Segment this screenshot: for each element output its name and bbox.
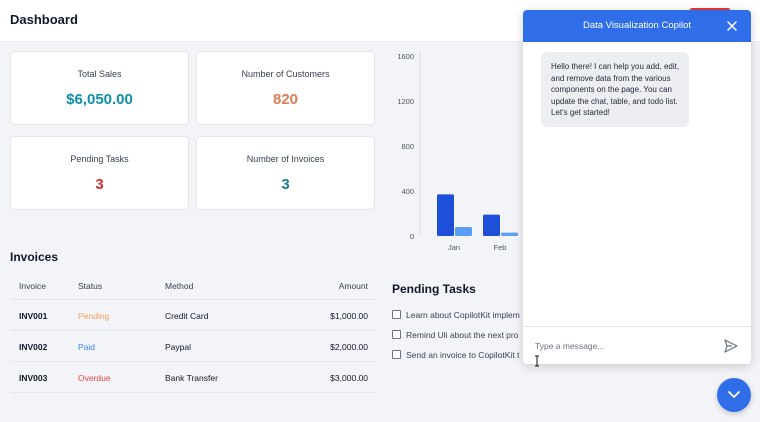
table-row[interactable]: INV002 Paid Paypal $2,000.00 xyxy=(10,331,376,362)
x-tick-label: Feb xyxy=(494,243,507,252)
card-pending-tasks: Pending Tasks 3 xyxy=(10,136,189,210)
card-number-of-customers: Number of Customers 820 xyxy=(196,51,375,125)
chat-input-bar xyxy=(523,326,751,364)
column-header-method: Method xyxy=(165,281,194,291)
y-tick-label: 0 xyxy=(410,232,414,241)
invoice-amount: $3,000.00 xyxy=(330,373,368,383)
table-row[interactable]: INV003 Overdue Bank Transfer $3,000.00 xyxy=(10,362,376,393)
column-header-invoice: Invoice xyxy=(19,281,46,291)
invoice-method: Bank Transfer xyxy=(165,373,218,383)
invoice-method: Credit Card xyxy=(165,311,209,321)
close-icon[interactable] xyxy=(725,19,739,33)
todo-text: Learn about CopilotKit implem xyxy=(406,310,520,320)
card-label: Pending Tasks xyxy=(70,154,129,164)
y-tick-label: 1600 xyxy=(397,52,414,61)
y-tick-label: 400 xyxy=(401,187,414,196)
y-tick-label: 800 xyxy=(401,142,414,151)
card-label: Number of Invoices xyxy=(246,154,325,164)
invoice-id: INV003 xyxy=(19,373,48,383)
chart-bar xyxy=(455,227,472,236)
invoice-id: INV002 xyxy=(19,342,48,352)
copilot-chat-panel: Data Visualization Copilot Hello there! … xyxy=(523,10,751,364)
invoices-table: Invoice Status Method Amount INV001 Pend… xyxy=(10,272,376,393)
pending-tasks-title: Pending Tasks xyxy=(392,282,476,296)
column-header-status: Status xyxy=(78,281,103,291)
chart-bar xyxy=(501,232,518,236)
card-value: 820 xyxy=(272,91,299,108)
message-input[interactable] xyxy=(535,337,715,355)
todo-checkbox[interactable] xyxy=(392,350,401,359)
table-header-row: Invoice Status Method Amount xyxy=(10,272,376,300)
send-icon[interactable] xyxy=(723,338,739,354)
table-row[interactable]: INV001 Pending Credit Card $1,000.00 xyxy=(10,300,376,331)
y-tick-label: 1200 xyxy=(397,97,414,106)
invoice-amount: $1,000.00 xyxy=(330,311,368,321)
copilot-header: Data Visualization Copilot xyxy=(523,10,751,42)
column-header-amount: Amount xyxy=(338,281,368,291)
todo-text: Send an invoice to CopilotKit t xyxy=(406,350,520,360)
invoices-title: Invoices xyxy=(10,250,59,264)
invoice-status: Pending xyxy=(78,311,110,321)
x-tick-label: Jan xyxy=(448,243,460,252)
sales-bar-chart: 040080012001600JanFebMar xyxy=(397,50,553,252)
chart-bar xyxy=(483,214,500,236)
card-value: 3 xyxy=(95,176,104,193)
card-label: Number of Customers xyxy=(241,69,330,79)
invoice-status: Paid xyxy=(78,342,96,352)
copilot-title: Data Visualization Copilot xyxy=(582,20,692,31)
todo-checkbox[interactable] xyxy=(392,310,401,319)
text-cursor-icon xyxy=(535,355,539,367)
invoice-id: INV001 xyxy=(19,311,48,321)
todo-checkbox[interactable] xyxy=(392,330,401,339)
todo-text: Remind Uli about the next pro xyxy=(406,330,519,340)
card-total-sales: Total Sales $6,050.00 xyxy=(10,51,189,125)
card-number-of-invoices: Number of Invoices 3 xyxy=(196,136,375,210)
send-icon-glyph xyxy=(724,339,738,353)
copilot-toggle-button[interactable] xyxy=(717,378,751,412)
invoice-amount: $2,000.00 xyxy=(330,342,368,352)
assistant-message: Hello there! I can help you add, edit, a… xyxy=(541,52,689,127)
card-label: Total Sales xyxy=(77,69,122,79)
card-value: $6,050.00 xyxy=(66,91,133,108)
chevron-down-icon xyxy=(728,391,740,398)
close-icon-glyph xyxy=(727,21,737,31)
sales-chart: 040080012001600JanFebMar xyxy=(390,46,553,261)
chart-bar xyxy=(437,194,454,236)
invoice-method: Paypal xyxy=(165,342,191,352)
page-title: Dashboard xyxy=(10,12,78,27)
invoice-status: Overdue xyxy=(78,373,111,383)
card-value: 3 xyxy=(281,176,290,193)
